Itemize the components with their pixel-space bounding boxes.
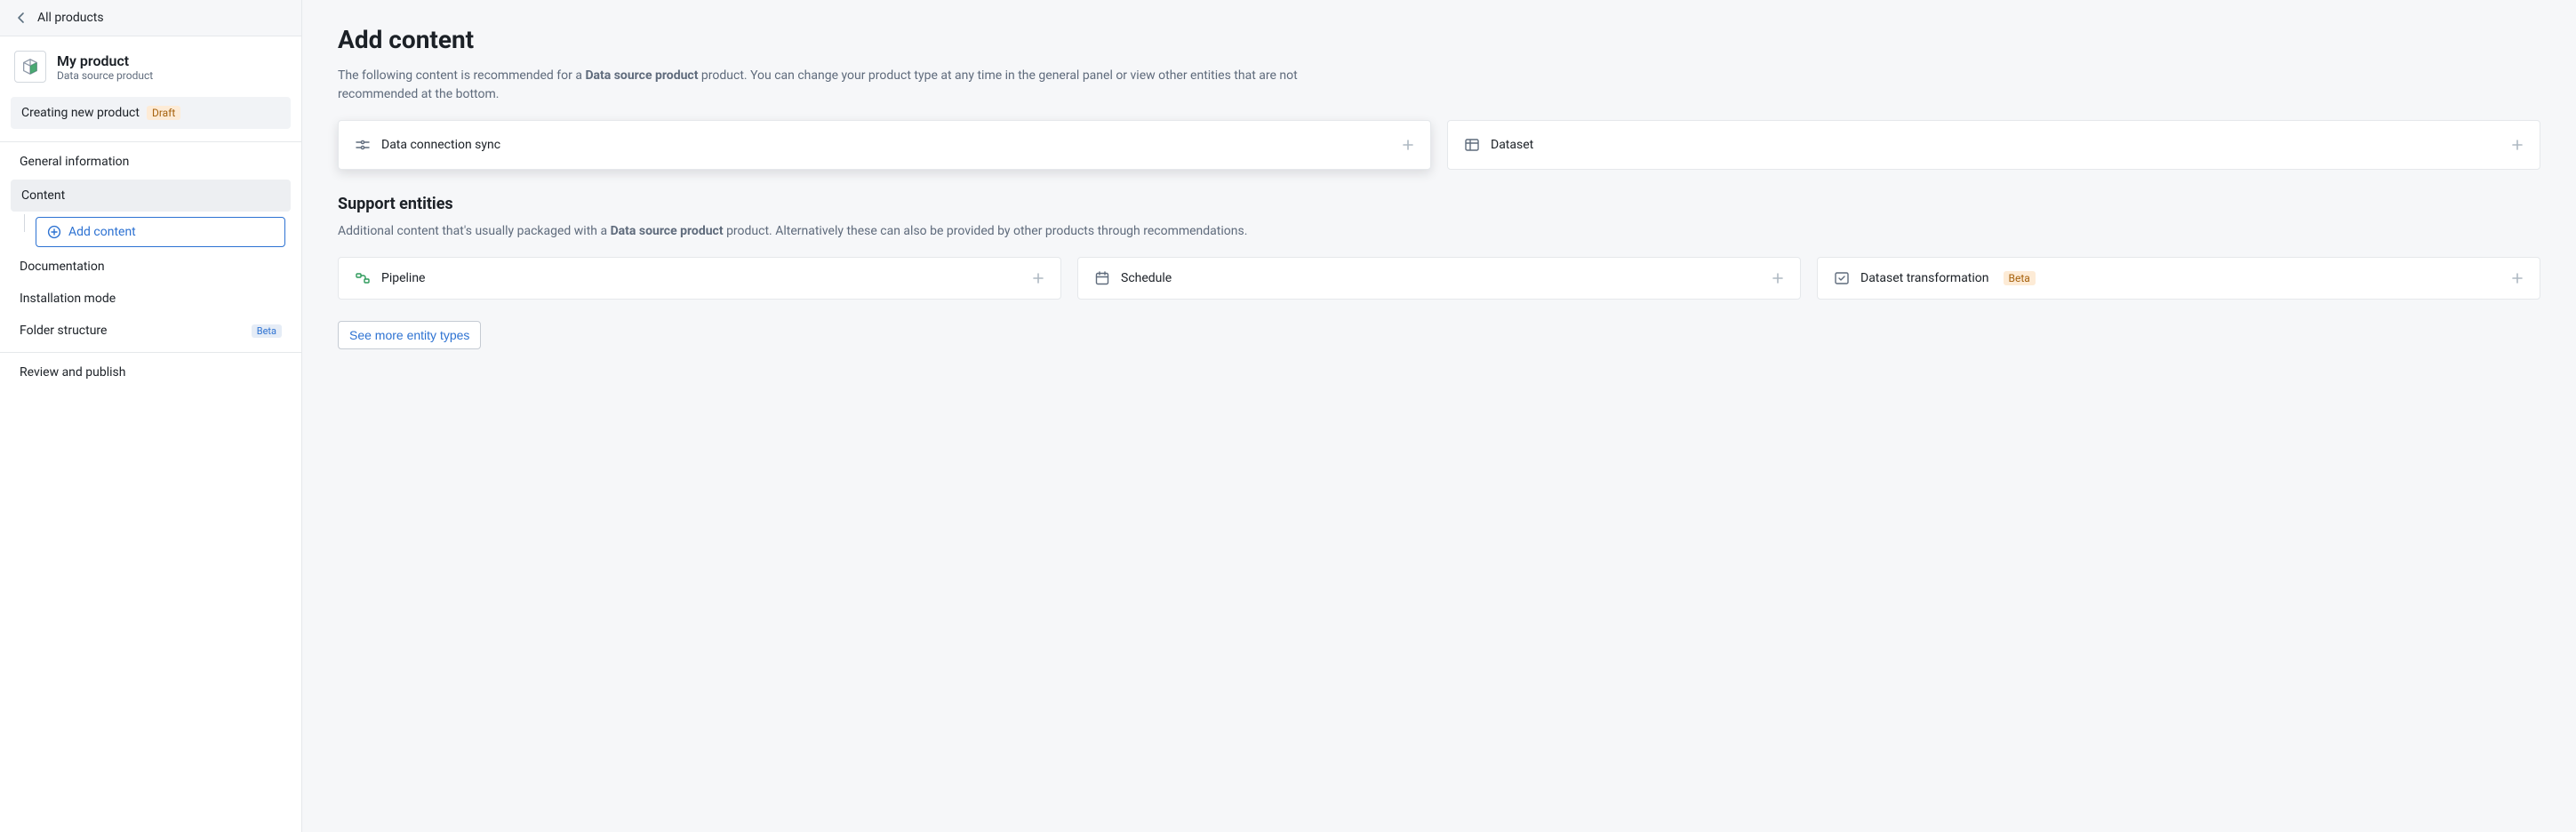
status-text: Creating new product xyxy=(21,106,140,120)
intro-text: The following content is recommended for… xyxy=(338,67,1316,104)
nav-installation-mode[interactable]: Installation mode xyxy=(0,283,301,315)
nav-label: General information xyxy=(20,155,129,169)
nav-documentation[interactable]: Documentation xyxy=(0,251,301,283)
card-label: Dataset transformation xyxy=(1860,271,1989,285)
card-schedule[interactable]: Schedule xyxy=(1077,257,1801,300)
nav-label: Documentation xyxy=(20,260,105,274)
support-entities-heading: Support entities xyxy=(338,195,2540,213)
support-intro: Additional content that's usually packag… xyxy=(338,222,1316,241)
nav-label: Content xyxy=(21,188,65,203)
nav-folder-structure[interactable]: Folder structure Beta xyxy=(0,315,301,347)
sidebar: All products My product Data source prod… xyxy=(0,0,302,832)
text: product. Alternatively these can also be… xyxy=(724,224,1248,238)
dataset-icon xyxy=(1464,137,1480,153)
plus-icon xyxy=(2511,139,2524,151)
card-pipeline[interactable]: Pipeline xyxy=(338,257,1061,300)
divider xyxy=(0,141,301,142)
product-title: My product xyxy=(57,52,153,69)
nav-label: Add content xyxy=(68,225,136,239)
status-badge: Draft xyxy=(147,106,180,120)
plus-icon xyxy=(1772,272,1784,284)
main-content: Add content The following content is rec… xyxy=(302,0,2576,832)
data-connection-sync-icon xyxy=(355,137,371,153)
beta-badge: Beta xyxy=(252,324,282,338)
back-label: All products xyxy=(37,11,104,25)
nav-label: Review and publish xyxy=(20,365,125,380)
divider xyxy=(0,352,301,353)
pipeline-icon xyxy=(355,270,371,286)
text: Additional content that's usually packag… xyxy=(338,224,611,238)
product-subtitle: Data source product xyxy=(57,69,153,82)
nav-general-information[interactable]: General information xyxy=(0,146,301,178)
page-title: Add content xyxy=(338,25,2540,54)
status-card: Creating new product Draft xyxy=(11,97,291,129)
nav-label: Folder structure xyxy=(20,324,107,338)
text: The following content is recommended for… xyxy=(338,68,585,83)
card-label: Data connection sync xyxy=(381,138,500,152)
nav-review-and-publish[interactable]: Review and publish xyxy=(0,356,301,388)
plus-circle-icon xyxy=(47,225,61,239)
nav-add-content[interactable]: Add content xyxy=(36,217,285,247)
back-all-products[interactable]: All products xyxy=(0,0,301,36)
product-header: My product Data source product xyxy=(0,36,301,93)
arrow-left-icon xyxy=(14,11,28,25)
nav-label: Installation mode xyxy=(20,292,116,306)
plus-icon xyxy=(1032,272,1044,284)
card-dataset-transformation[interactable]: Dataset transformation Beta xyxy=(1817,257,2540,300)
card-label: Dataset xyxy=(1491,138,1533,152)
text-bold: Data source product xyxy=(585,68,698,83)
see-more-entity-types-button[interactable]: See more entity types xyxy=(338,321,481,349)
plus-icon xyxy=(1402,139,1414,151)
nav-content[interactable]: Content xyxy=(11,180,291,212)
beta-badge: Beta xyxy=(2004,271,2036,285)
dataset-transformation-icon xyxy=(1834,270,1850,286)
card-data-connection-sync[interactable]: Data connection sync xyxy=(338,120,1431,170)
text-bold: Data source product xyxy=(611,224,724,238)
plus-icon xyxy=(2511,272,2524,284)
schedule-icon xyxy=(1094,270,1110,286)
card-label: Schedule xyxy=(1121,271,1172,285)
card-label: Pipeline xyxy=(381,271,426,285)
card-dataset[interactable]: Dataset xyxy=(1447,120,2540,170)
product-cube-icon xyxy=(14,51,46,83)
